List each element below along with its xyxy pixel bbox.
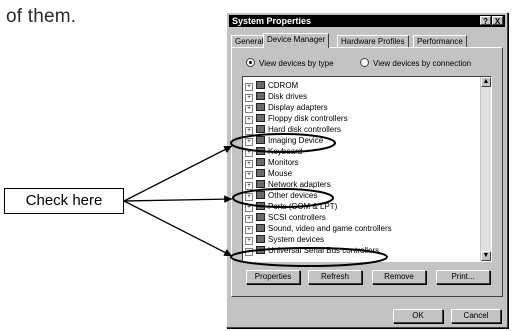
highlight-usb-controllers	[230, 247, 388, 267]
check-here-callout: Check here	[4, 188, 124, 214]
highlight-other-devices	[232, 188, 334, 208]
annotation-overlay	[123, 133, 388, 267]
arrow-to-other	[123, 195, 233, 204]
tab-device-manager[interactable]: Device Manager	[263, 33, 330, 48]
arrow-to-imaging	[123, 145, 233, 202]
arrow-to-usb	[123, 200, 233, 257]
highlight-imaging-device	[230, 133, 336, 153]
